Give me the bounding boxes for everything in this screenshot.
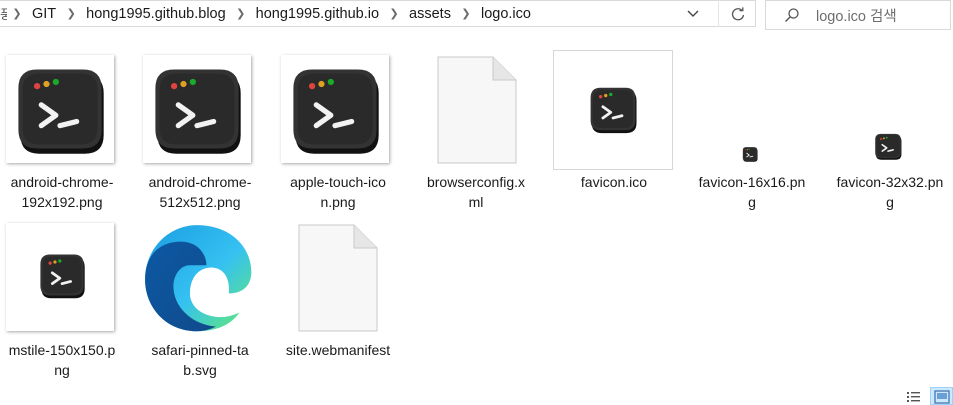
breadcrumb-chevron-icon[interactable]: ❯ (384, 7, 404, 20)
search-input[interactable]: logo.ico 검색 (816, 5, 897, 26)
blank-document-icon (437, 56, 517, 164)
image-frame (143, 55, 251, 163)
breadcrumb-chevron-icon[interactable]: ❯ (231, 7, 251, 20)
file-name-line: site.webmanifest (285, 342, 391, 358)
breadcrumb-chevron-icon[interactable]: ❯ (456, 7, 476, 20)
file-item[interactable]: favicon-16x16.pn g (690, 50, 814, 212)
file-name-line: ng (54, 362, 70, 378)
large-icons-view-icon (934, 390, 950, 404)
file-item[interactable]: android-chrome- 192x192.png (0, 50, 124, 212)
search-icon (785, 8, 799, 22)
file-name-line: favicon-32x32.pn (836, 174, 944, 190)
image-frame (6, 223, 114, 331)
image-frame (281, 55, 389, 163)
refresh-button[interactable] (718, 0, 756, 27)
terminal-logo-thumbnail (872, 130, 904, 162)
file-item[interactable]: browserconfig.x ml (414, 50, 538, 212)
terminal-logo-thumbnail (283, 57, 387, 161)
file-thumbnail (552, 50, 676, 172)
file-name-line: android-chrome- (148, 174, 252, 190)
file-name: favicon-16x16.pn g (690, 172, 814, 212)
breadcrumb-chevron-icon[interactable]: ❯ (7, 7, 27, 20)
terminal-logo-thumbnail (145, 57, 249, 161)
file-thumbnail (690, 50, 814, 172)
search-box[interactable]: logo.ico 검색 (765, 0, 951, 30)
file-name-line: favicon-16x16.pn (698, 174, 806, 190)
terminal-logo-thumbnail (8, 57, 112, 161)
file-name-line: 512x512.png (159, 194, 241, 210)
file-name-line: ml (468, 194, 484, 210)
file-thumbnail (0, 50, 124, 172)
file-name-line: apple-touch-ico (290, 174, 386, 190)
blank-document-icon (298, 224, 378, 332)
image-frame (6, 55, 114, 163)
file-item[interactable]: favicon.ico (552, 50, 676, 212)
breadcrumb[interactable]: 풍 ❯ GIT ❯ hong1995.github.blog ❯ hong199… (0, 0, 756, 27)
file-thumbnail (414, 50, 538, 172)
file-item[interactable]: apple-touch-ico n.png (276, 50, 400, 212)
file-thumbnail (138, 50, 262, 172)
breadcrumb-item-assets[interactable]: assets (404, 6, 456, 22)
file-item[interactable]: site.webmanifest (276, 218, 400, 380)
file-name: apple-touch-ico n.png (276, 172, 400, 212)
terminal-logo-thumbnail (585, 81, 641, 137)
large-icons-view-button[interactable] (930, 387, 953, 405)
refresh-icon (731, 6, 744, 20)
edge-browser-icon (145, 225, 252, 332)
file-name-line: mstile-150x150.p (8, 342, 116, 358)
file-thumbnail (828, 50, 952, 172)
file-thumbnail (138, 218, 262, 340)
file-name-line: android-chrome- (10, 174, 114, 190)
file-name: site.webmanifest (276, 340, 400, 360)
file-name: safari-pinned-ta b.svg (138, 340, 262, 380)
breadcrumb-item-git[interactable]: GIT (27, 6, 61, 22)
file-name: browserconfig.x ml (414, 172, 538, 212)
file-name-line: favicon.ico (580, 174, 648, 190)
address-bar: 풍 ❯ GIT ❯ hong1995.github.blog ❯ hong199… (0, 0, 953, 30)
file-name: favicon-32x32.pn g (828, 172, 952, 212)
terminal-logo-thumbnail (741, 145, 759, 163)
chevron-down-icon[interactable] (684, 5, 702, 23)
truncated-crumb[interactable]: 풍 (0, 4, 7, 23)
file-name-line: browserconfig.x (426, 174, 526, 190)
file-name-line: 192x192.png (21, 194, 103, 210)
file-name: favicon.ico (552, 172, 676, 192)
file-name: android-chrome- 512x512.png (138, 172, 262, 212)
file-item[interactable]: android-chrome- 512x512.png (138, 50, 262, 212)
file-thumbnail (276, 50, 400, 172)
file-item[interactable]: mstile-150x150.p ng (0, 218, 124, 380)
breadcrumb-item-blog[interactable]: hong1995.github.blog (81, 6, 231, 22)
view-toggles (906, 387, 953, 405)
image-frame (553, 50, 673, 170)
file-name: mstile-150x150.p ng (0, 340, 124, 380)
file-thumbnail (0, 218, 124, 340)
file-name-line: safari-pinned-ta (151, 342, 249, 358)
file-thumbnail (276, 218, 400, 340)
file-name-line: g (886, 194, 894, 210)
breadcrumb-item-logo-ico[interactable]: logo.ico (476, 6, 536, 22)
file-name: android-chrome- 192x192.png (0, 172, 124, 212)
file-name-line: g (748, 194, 756, 210)
details-view-icon[interactable] (906, 390, 922, 404)
breadcrumb-chevron-icon[interactable]: ❯ (61, 7, 81, 20)
terminal-logo-thumbnail (35, 248, 89, 302)
file-item[interactable]: safari-pinned-ta b.svg (138, 218, 262, 380)
file-name-line: b.svg (183, 362, 217, 378)
breadcrumb-item-io[interactable]: hong1995.github.io (251, 6, 384, 22)
file-name-line: n.png (320, 194, 356, 210)
file-item[interactable]: favicon-32x32.pn g (828, 50, 952, 212)
